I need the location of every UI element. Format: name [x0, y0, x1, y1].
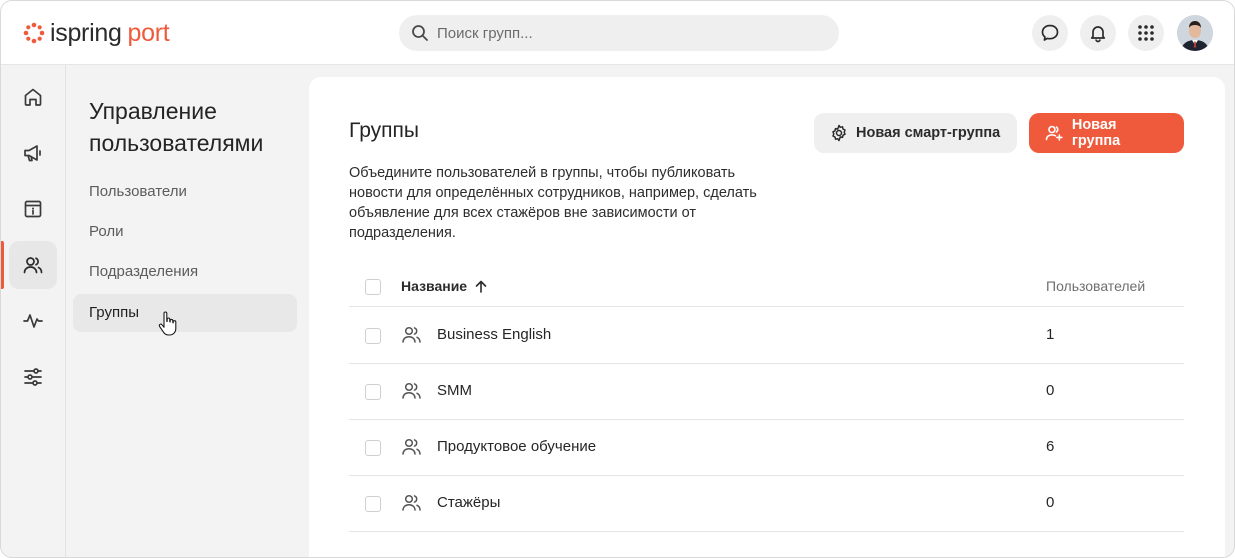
nav-info[interactable] [9, 185, 57, 233]
users-plus-icon [1045, 125, 1063, 141]
section-nav: Управление пользователями Пользователи Р… [66, 65, 309, 557]
row-checkbox[interactable] [365, 496, 381, 512]
logo-text-primary: ispring [50, 19, 122, 47]
nav-users[interactable] [9, 241, 57, 289]
user-avatar[interactable] [1177, 15, 1213, 51]
info-board-icon [24, 200, 42, 218]
nav-settings[interactable] [9, 353, 57, 401]
notifications-button[interactable] [1080, 15, 1116, 51]
group-name[interactable]: SMM [437, 382, 472, 399]
avatar-image [1177, 15, 1213, 51]
active-nav-indicator [1, 241, 4, 289]
new-smart-group-button[interactable]: Новая смарт-группа [814, 113, 1017, 153]
table-row[interactable]: Продуктовое обучение 6 [349, 420, 1184, 476]
settings-sliders-icon [24, 368, 42, 386]
chat-icon [1041, 24, 1059, 41]
page-title: Группы [349, 119, 419, 142]
group-user-count: 0 [1046, 382, 1055, 399]
group-name[interactable]: Business English [437, 326, 551, 343]
subnav-item-users[interactable]: Пользователи [73, 173, 297, 211]
group-user-count: 6 [1046, 438, 1055, 455]
group-user-count: 1 [1046, 326, 1055, 343]
sort-arrow-up-icon [475, 280, 487, 293]
subnav-item-groups[interactable]: Группы [73, 294, 297, 332]
nav-home[interactable] [9, 73, 57, 121]
table-row[interactable]: Business English 1 [349, 308, 1184, 364]
home-icon [24, 88, 42, 106]
chat-button[interactable] [1032, 15, 1068, 51]
groups-panel: Группы Объедините пользователей в группы… [309, 77, 1225, 557]
subnav-item-roles[interactable]: Роли [73, 213, 297, 251]
column-header-name-label: Название [401, 278, 468, 294]
table-header: Название Пользователей [349, 267, 1184, 307]
row-checkbox[interactable] [365, 384, 381, 400]
column-header-users[interactable]: Пользователей [1046, 278, 1145, 294]
gear-icon [832, 124, 846, 142]
table-row[interactable]: SMM 0 [349, 364, 1184, 420]
activity-icon [23, 314, 43, 328]
group-icon [402, 438, 421, 455]
new-group-button[interactable]: Новая группа [1029, 113, 1184, 153]
column-header-name[interactable]: Название [401, 278, 487, 294]
main-nav-rail [1, 65, 66, 557]
group-user-count: 0 [1046, 494, 1055, 511]
search-bar[interactable] [399, 15, 839, 51]
new-smart-group-label: Новая смарт-группа [856, 125, 1001, 141]
megaphone-icon [24, 145, 41, 162]
row-checkbox[interactable] [365, 440, 381, 456]
search-icon [412, 25, 428, 41]
group-icon [402, 382, 421, 399]
group-icon [402, 494, 421, 511]
ispring-logo-icon [23, 22, 45, 44]
section-title: Управление пользователями [89, 98, 264, 156]
row-checkbox[interactable] [365, 328, 381, 344]
search-input[interactable] [437, 24, 817, 42]
nav-activity[interactable] [9, 297, 57, 345]
table-row[interactable]: Стажёры 0 [349, 476, 1184, 532]
select-all-checkbox[interactable] [365, 279, 381, 295]
nav-news[interactable] [9, 129, 57, 177]
logo[interactable]: ispring port [23, 18, 170, 48]
apps-button[interactable] [1128, 15, 1164, 51]
apps-grid-icon [1138, 25, 1154, 41]
logo-text-secondary: port [127, 19, 170, 47]
subnav-item-departments[interactable]: Подразделения [73, 253, 297, 291]
page-description: Объедините пользователей в группы, чтобы… [349, 165, 757, 241]
app-window: ispring port Поиск групп... Управление п… [0, 0, 1235, 558]
hand-pointer-cursor [158, 311, 177, 336]
group-icon [402, 326, 421, 343]
bell-icon [1090, 26, 1106, 43]
group-name[interactable]: Стажёры [437, 494, 500, 511]
group-name[interactable]: Продуктовое обучение [437, 438, 596, 455]
users-icon [23, 257, 43, 274]
new-group-label: Новая группа [1071, 117, 1121, 149]
top-header: ispring port [1, 1, 1234, 65]
